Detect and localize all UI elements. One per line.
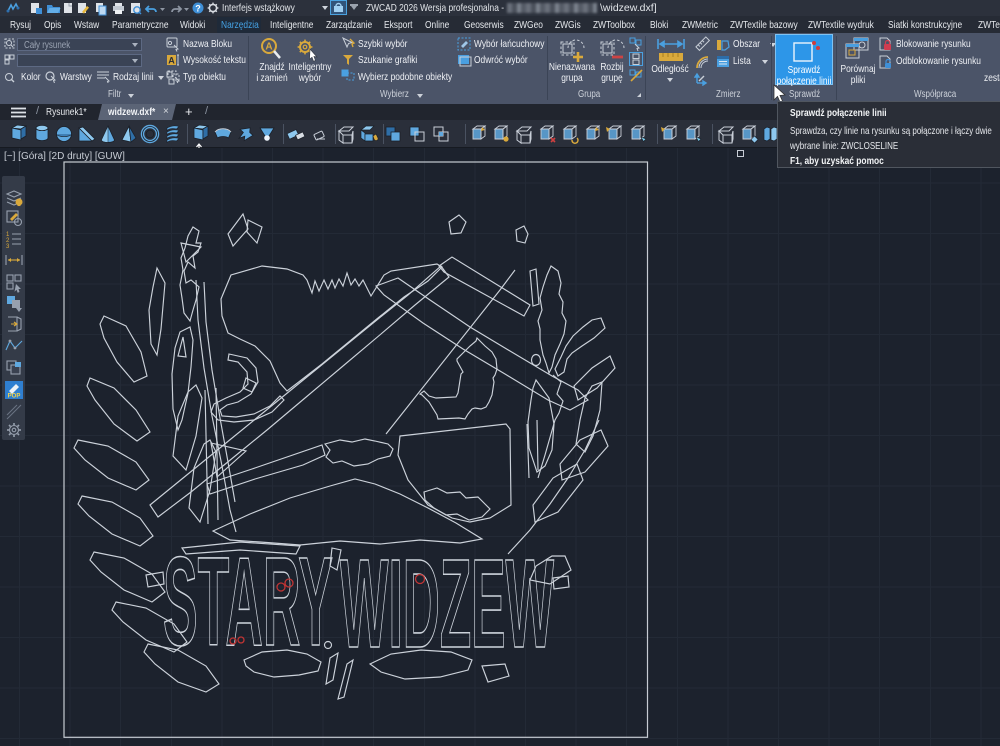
svg-text:WIDZEW: WIDZEW [340,533,554,674]
svg-text:A: A [265,42,272,53]
svg-text:STARY: STARY [163,531,333,672]
svg-text:3: 3 [6,244,10,250]
svg-text:POP: POP [8,394,21,400]
svg-text:?: ? [195,4,201,14]
svg-text:A: A [168,56,175,66]
